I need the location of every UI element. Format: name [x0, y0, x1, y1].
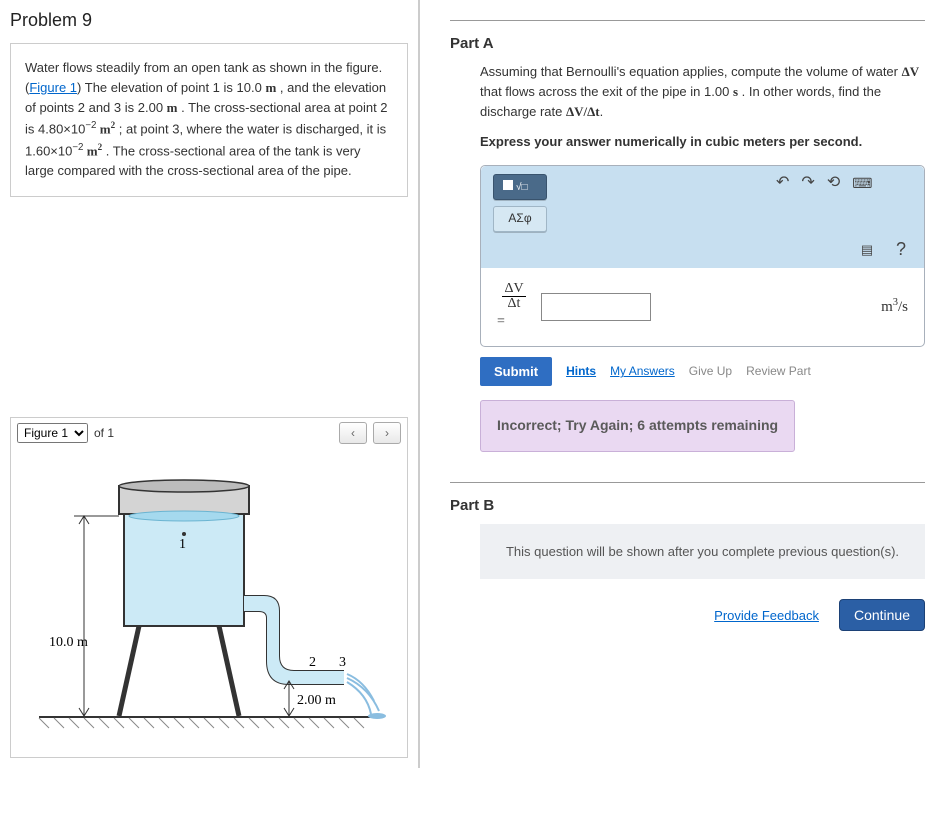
hints-link[interactable]: Hints [566, 362, 596, 381]
feedback-message: Incorrect; Try Again; 6 attempts remaini… [480, 400, 795, 452]
answer-instruction: Express your answer numerically in cubic… [480, 132, 925, 152]
figure-image: 1 2 3 [11, 448, 407, 757]
template-button[interactable]: √□ [493, 174, 547, 200]
svg-text:√□: √□ [516, 181, 528, 193]
redo-icon[interactable]: ↷ [801, 174, 814, 194]
continue-button[interactable]: Continue [839, 599, 925, 631]
figure-next-button[interactable]: › [373, 422, 401, 444]
problem-statement: Water flows steadily from an open tank a… [10, 43, 408, 197]
svg-text:10.0 m: 10.0 m [49, 635, 88, 650]
greek-button[interactable]: ΑΣφ [493, 206, 547, 232]
keyboard-icon[interactable]: ⌨ [852, 174, 872, 194]
figure-link[interactable]: Figure 1 [29, 80, 77, 95]
ruler-icon[interactable]: ▤ [856, 240, 878, 260]
answer-input[interactable] [541, 293, 651, 321]
svg-text:1: 1 [179, 537, 186, 552]
figure-prev-button[interactable]: ‹ [339, 422, 367, 444]
submit-button[interactable]: Submit [480, 357, 552, 386]
problem-title: Problem 9 [10, 10, 408, 31]
provide-feedback-link[interactable]: Provide Feedback [714, 608, 819, 623]
part-a-title: Part A [450, 35, 925, 52]
svg-text:2.00 m: 2.00 m [297, 693, 336, 708]
undo-icon[interactable]: ↶ [776, 174, 789, 194]
figure-count: of 1 [94, 426, 114, 440]
reset-icon[interactable]: ⟲ [827, 174, 840, 194]
svg-text:3: 3 [339, 655, 346, 670]
my-answers-link[interactable]: My Answers [610, 362, 675, 381]
help-icon[interactable]: ? [890, 240, 912, 260]
part-a-prompt: Assuming that Bernoulli's equation appli… [480, 62, 925, 122]
part-b-title: Part B [450, 497, 925, 514]
give-up-link[interactable]: Give Up [689, 362, 732, 381]
equation-editor: √□ ΑΣφ ↶ ↷ ⟲ ⌨ ▤ ? [480, 165, 925, 348]
part-b-locked-message: This question will be shown after you co… [480, 524, 925, 580]
figure-panel: Figure 1 of 1 ‹ › [10, 417, 408, 758]
figure-select[interactable]: Figure 1 [17, 423, 88, 443]
answer-units: m3/s [881, 295, 908, 319]
answer-lhs: ΔV Δt = [497, 282, 531, 333]
review-part-link[interactable]: Review Part [746, 362, 811, 381]
svg-text:2: 2 [309, 655, 316, 670]
